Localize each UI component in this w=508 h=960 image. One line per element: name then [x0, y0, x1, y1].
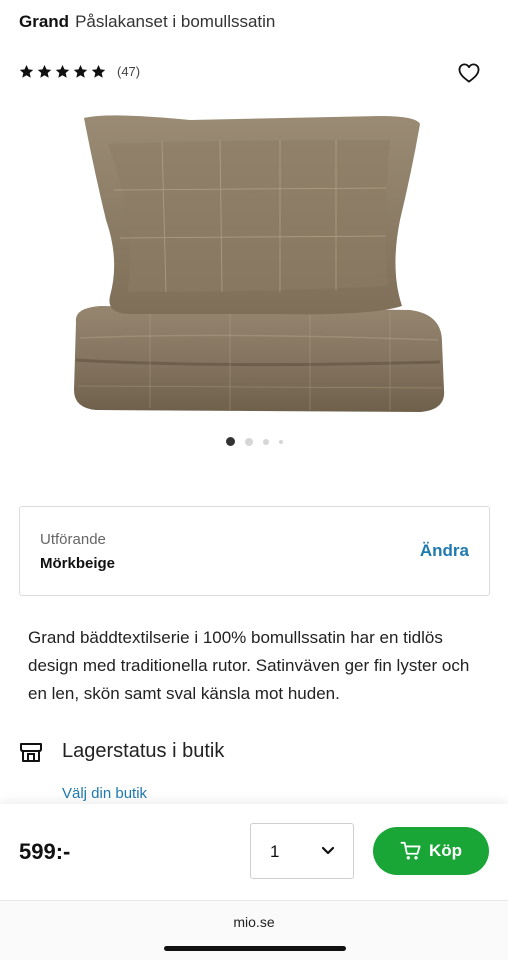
brand-name: Grand [19, 12, 70, 31]
change-variant-button[interactable]: Ändra [420, 541, 469, 561]
cart-icon [400, 841, 421, 860]
product-header: Grand Påslakanset i bomullssatin [19, 11, 275, 33]
variant-value: Mörkbeige [40, 555, 116, 572]
gallery-dots[interactable] [0, 437, 508, 446]
gallery-dot[interactable] [262, 438, 269, 445]
chevron-down-icon [321, 846, 335, 855]
star-icon [37, 64, 52, 78]
variant-label: Utförande [40, 531, 106, 548]
product-description: Grand bäddtextilserie i 100% bomullssati… [28, 628, 470, 703]
buy-label: Köp [428, 841, 463, 860]
rating-count: (47) [117, 64, 141, 79]
gallery-dot-active[interactable] [225, 437, 235, 446]
heart-icon[interactable] [458, 63, 480, 83]
browser-bar: mio.se [0, 900, 508, 960]
star-icon [19, 64, 34, 78]
quantity-value: 1 [270, 842, 280, 861]
store-stock[interactable]: Lagerstatus i butik [19, 740, 224, 763]
star-icon [91, 64, 106, 78]
buy-button[interactable]: Köp [373, 827, 489, 875]
stock-title: Lagerstatus i butik [62, 740, 225, 762]
star-icon [73, 64, 88, 78]
store-icon [20, 742, 42, 762]
purchase-bar: 599:- 1 Köp [0, 804, 508, 900]
price: 599:- [19, 839, 71, 864]
rating[interactable]: (47) [19, 64, 140, 79]
rating-stars [19, 64, 106, 79]
variant-selector[interactable]: Utförande Mörkbeige Ändra [19, 506, 490, 596]
gallery-dot[interactable] [244, 437, 253, 446]
star-icon [55, 64, 70, 78]
product-image[interactable] [70, 110, 456, 422]
gallery-dot[interactable] [278, 439, 283, 444]
choose-store-link[interactable]: Välj din butik [62, 785, 147, 802]
quantity-select[interactable]: 1 [250, 823, 354, 879]
home-indicator[interactable] [164, 946, 346, 951]
browser-url[interactable]: mio.se [0, 914, 508, 930]
product-name: Påslakanset i bomullssatin [75, 12, 276, 31]
